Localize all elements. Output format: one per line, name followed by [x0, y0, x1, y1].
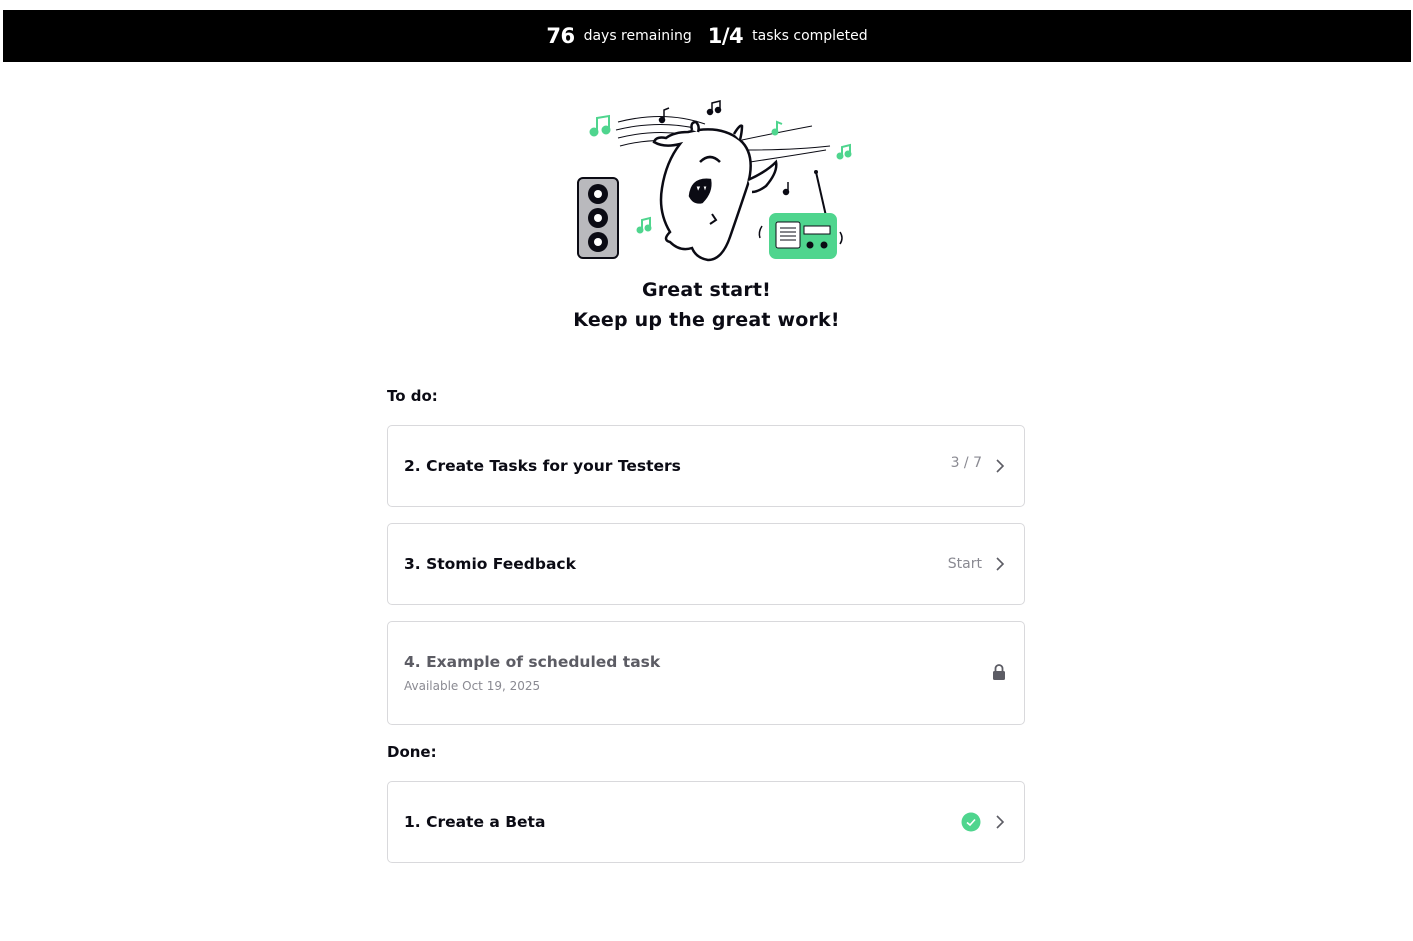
tasks-completed-value: 1/4 [707, 24, 744, 48]
task-title: 3. Stomio Feedback [404, 555, 576, 573]
task-availability-date: Available Oct 19, 2025 [404, 679, 541, 693]
days-remaining-value: 76 [546, 24, 575, 48]
lock-icon [993, 664, 1005, 680]
radio-icon [758, 170, 843, 259]
task-progress: 3 / 7 [950, 455, 982, 471]
task-card-stomio-feedback[interactable]: 3. Stomio Feedback Start [387, 523, 1025, 605]
task-card-create-beta[interactable]: 1. Create a Beta [387, 781, 1025, 863]
days-remaining-label: days remaining [583, 28, 692, 44]
speaker-icon [577, 177, 619, 259]
tasks-completed-label: tasks completed [752, 28, 868, 44]
headline-line-2: Keep up the great work! [573, 309, 840, 331]
task-title: 4. Example of scheduled task [404, 653, 661, 671]
check-circle-icon [961, 812, 981, 832]
chevron-right-icon [996, 459, 1005, 473]
chevron-right-icon [996, 815, 1005, 829]
task-card-scheduled-task: 4. Example of scheduled task Available O… [387, 621, 1025, 725]
dancing-monster-illustration [577, 100, 852, 262]
todo-section-label: To do: [387, 387, 438, 405]
done-section-label: Done: [387, 743, 437, 761]
chevron-right-icon [996, 557, 1005, 571]
task-title: 2. Create Tasks for your Testers [404, 457, 681, 475]
task-title: 1. Create a Beta [404, 813, 546, 831]
monster-icon [652, 120, 778, 262]
headline-line-1: Great start! [641, 279, 772, 301]
progress-bar-header: 76 days remaining 1/4 tasks completed [3, 10, 1411, 62]
task-start-label: Start [947, 556, 982, 572]
task-card-create-tasks[interactable]: 2. Create Tasks for your Testers 3 / 7 [387, 425, 1025, 507]
